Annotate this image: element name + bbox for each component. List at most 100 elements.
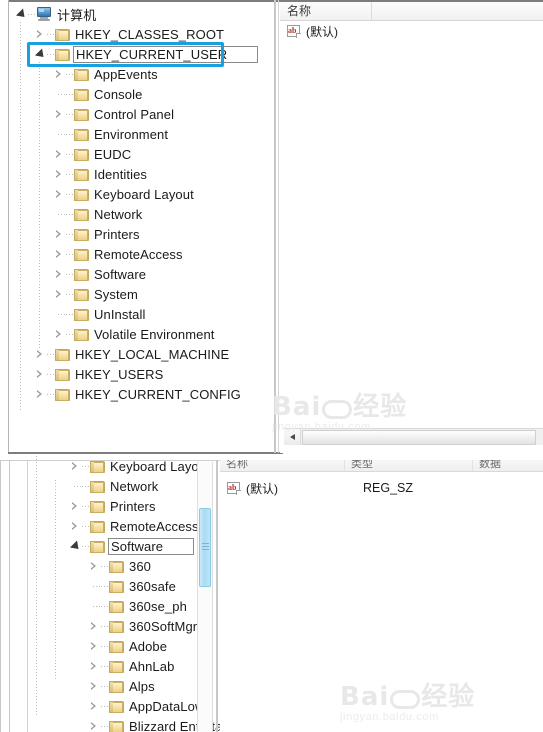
vertical-scrollbar-thumb[interactable] <box>199 508 211 587</box>
tree-item-label: HKEY_LOCAL_MACHINE <box>75 346 230 362</box>
chevron-right-icon[interactable] <box>52 264 66 284</box>
chevron-right-icon[interactable] <box>68 516 82 536</box>
column-header-name[interactable]: 名称 <box>220 460 345 471</box>
tree-item-network[interactable]: Network <box>14 204 258 224</box>
folder-icon <box>74 88 89 101</box>
chevron-down-icon[interactable] <box>33 44 47 64</box>
chevron-right-icon[interactable] <box>52 324 66 344</box>
tree-item-label: 360 <box>129 558 151 574</box>
folder-icon <box>74 228 89 241</box>
column-header-filler <box>372 2 543 21</box>
chevron-right-icon[interactable] <box>52 224 66 244</box>
folder-icon <box>55 388 70 401</box>
tree-item-keyboard-layout[interactable]: Keyboard Layout <box>14 184 258 204</box>
folder-icon <box>90 460 105 473</box>
tree-item-console[interactable]: Console <box>14 84 258 104</box>
tree-item-hkey-classes-root[interactable]: HKEY_CLASSES_ROOT <box>14 24 258 44</box>
folder-icon <box>90 480 105 493</box>
chevron-right-icon[interactable] <box>52 104 66 124</box>
tree-item-hkey-users[interactable]: HKEY_USERS <box>14 364 258 384</box>
tree-item-volatile-environment[interactable]: Volatile Environment <box>14 324 258 344</box>
chevron-right-icon[interactable] <box>52 284 66 304</box>
chevron-right-icon[interactable] <box>87 716 101 732</box>
tree-connector-line <box>66 224 74 244</box>
chevron-right-icon[interactable] <box>52 244 66 264</box>
tree-elbow-line <box>52 124 66 144</box>
chevron-right-icon[interactable] <box>33 364 47 384</box>
tree-connector-line <box>101 576 109 596</box>
chevron-right-icon[interactable] <box>87 656 101 676</box>
chevron-right-icon[interactable] <box>87 636 101 656</box>
tree-item-software[interactable]: Software <box>14 264 258 284</box>
tree-item--[interactable]: 计算机 <box>14 4 258 24</box>
column-header-type[interactable]: 类型 <box>345 460 473 471</box>
chevron-right-icon[interactable] <box>87 676 101 696</box>
tree-item-identities[interactable]: Identities <box>14 164 258 184</box>
value-row-default-bottom[interactable]: ab (默认) REG_SZ <box>220 478 543 498</box>
tree-item-label: Control Panel <box>94 106 175 122</box>
chevron-right-icon[interactable] <box>87 696 101 716</box>
tree-item-remoteaccess[interactable]: RemoteAccess <box>14 244 258 264</box>
chevron-right-icon[interactable] <box>52 164 66 184</box>
tree-connector-line <box>101 596 109 616</box>
tree-item-hkey-local-machine[interactable]: HKEY_LOCAL_MACHINE <box>14 344 258 364</box>
tree-item-system[interactable]: System <box>14 284 258 304</box>
value-type-label: REG_SZ <box>363 481 414 495</box>
folder-icon <box>109 560 124 573</box>
scroll-left-arrow-icon[interactable] <box>284 429 301 445</box>
chevron-right-icon[interactable] <box>68 456 82 476</box>
vertical-scrollbar-bottom[interactable] <box>197 462 213 732</box>
panel-splitter[interactable] <box>274 0 276 453</box>
chevron-right-icon[interactable] <box>52 64 66 84</box>
column-header-name[interactable]: 名称 <box>280 1 372 21</box>
scrollbar-thumb[interactable] <box>302 429 536 445</box>
tree-item-label: Volatile Environment <box>94 326 215 342</box>
tree-item-label: System <box>94 286 138 302</box>
folder-icon <box>109 680 124 693</box>
value-row-default-top[interactable]: ab (默认) <box>280 21 543 41</box>
chevron-right-icon[interactable] <box>68 496 82 516</box>
registry-editor-panel-top: 计算机 HKEY_CLASSES_ROOT HKEY_CURRENT_USER App… <box>0 0 543 460</box>
tree-connector-line <box>101 676 109 696</box>
tree-connector-line <box>82 496 90 516</box>
tree-item-label: 360SoftMgr <box>129 618 198 634</box>
folder-icon <box>74 208 89 221</box>
chevron-right-icon[interactable] <box>33 24 47 44</box>
chevron-right-icon[interactable] <box>87 556 101 576</box>
tree-connector-line <box>47 44 55 64</box>
tree-item-uninstall[interactable]: UnInstall <box>14 304 258 324</box>
chevron-right-icon[interactable] <box>52 184 66 204</box>
chevron-right-icon[interactable] <box>87 616 101 636</box>
tree-connector-line <box>66 84 74 104</box>
chevron-down-icon[interactable] <box>68 536 82 556</box>
ab-string-icon: ab <box>287 24 301 38</box>
horizontal-scrollbar-top[interactable] <box>284 428 543 445</box>
tree-item-printers[interactable]: Printers <box>14 224 258 244</box>
registry-editor-panel-bottom: Keyboard Layout Network Printers RemoteAcce… <box>0 456 543 732</box>
tree-item-hkey-current-user[interactable]: HKEY_CURRENT_USER <box>14 44 259 64</box>
chevron-right-icon[interactable] <box>52 144 66 164</box>
tree-item-environment[interactable]: Environment <box>14 124 258 144</box>
tree-item-appevents[interactable]: AppEvents <box>14 64 258 84</box>
tree-connector-line <box>66 104 74 124</box>
computer-icon <box>36 7 52 21</box>
tree-item-label: Adobe <box>129 638 168 654</box>
column-header-data[interactable]: 数据 <box>473 460 543 471</box>
panel2-splitter[interactable] <box>216 460 218 732</box>
registry-tree-top[interactable]: 计算机 HKEY_CLASSES_ROOT HKEY_CURRENT_USER App… <box>14 4 259 410</box>
tree-guide-line <box>20 22 21 410</box>
chevron-right-icon[interactable] <box>33 344 47 364</box>
tree-item-control-panel[interactable]: Control Panel <box>14 104 258 124</box>
folder-icon <box>74 268 89 281</box>
folder-icon <box>55 348 70 361</box>
tree-item-label: HKEY_CURRENT_CONFIG <box>75 386 241 402</box>
tree-connector-line <box>66 324 74 344</box>
tree-item-hkey-current-config[interactable]: HKEY_CURRENT_CONFIG <box>14 384 258 404</box>
chevron-right-icon[interactable] <box>33 384 47 404</box>
tree-elbow-line <box>52 304 66 324</box>
tree-item-eudc[interactable]: EUDC <box>14 144 258 164</box>
chevron-down-icon[interactable] <box>14 4 28 24</box>
folder-icon <box>74 308 89 321</box>
